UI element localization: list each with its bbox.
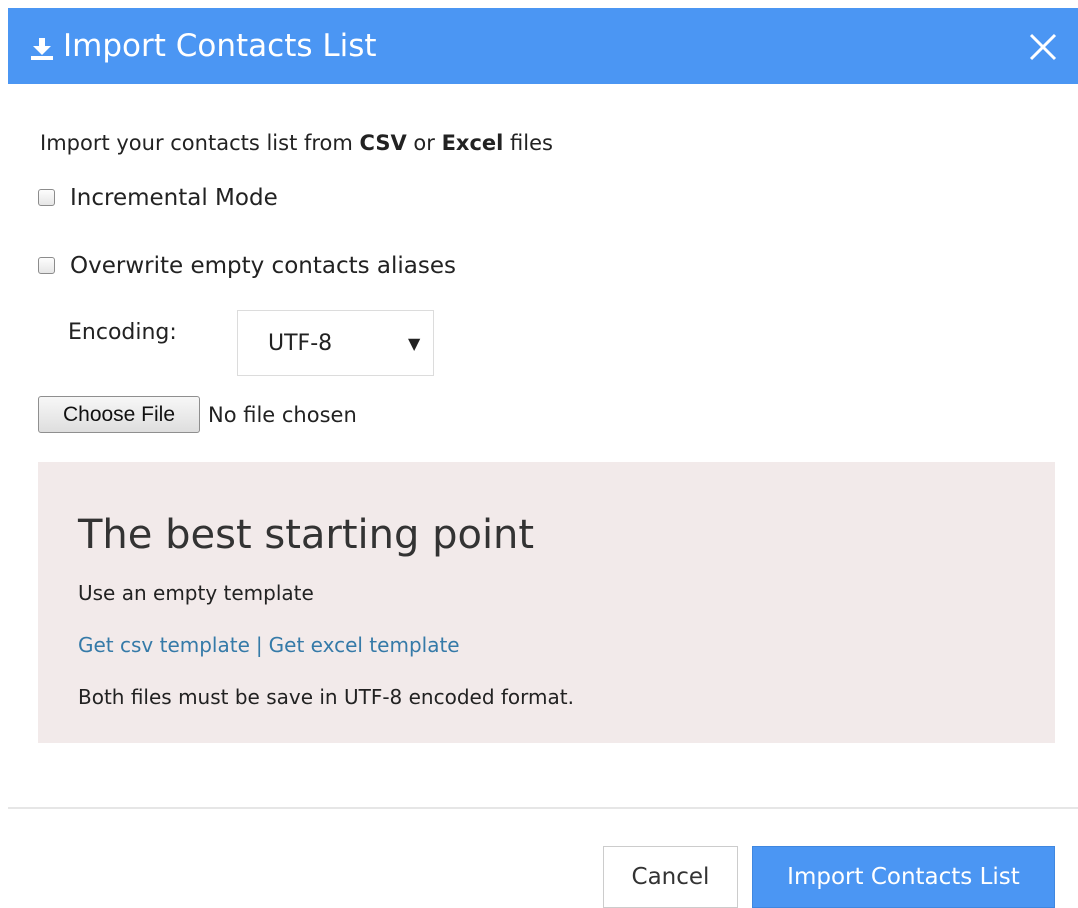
dialog-header: Import Contacts List	[8, 8, 1078, 84]
encoding-selected-value: UTF-8	[268, 331, 333, 356]
close-icon[interactable]	[1024, 28, 1062, 66]
encoding-note: Both files must be save in UTF-8 encoded…	[78, 685, 574, 709]
dialog-title: Import Contacts List	[63, 28, 377, 64]
encoding-label: Encoding:	[68, 320, 177, 345]
template-links: Get csv template | Get excel template	[78, 630, 460, 660]
template-info-panel: The best starting point Use an empty tem…	[38, 462, 1055, 743]
link-separator: |	[255, 633, 263, 657]
import-contacts-button[interactable]: Import Contacts List	[752, 846, 1055, 908]
overwrite-aliases-checkbox[interactable]	[38, 257, 55, 274]
encoding-select[interactable]: UTF-8 ▼	[237, 310, 434, 376]
intro-middle: or	[406, 131, 442, 155]
intro-text: Import your contacts list from CSV or Ex…	[40, 128, 553, 158]
excel-template-link[interactable]: Get excel template	[269, 633, 460, 657]
incremental-mode-checkbox[interactable]	[38, 189, 55, 206]
intro-excel: Excel	[441, 131, 504, 155]
file-status: No file chosen	[208, 403, 357, 427]
intro-suffix: files	[503, 131, 553, 155]
footer-divider	[8, 807, 1078, 809]
info-subtitle: Use an empty template	[78, 581, 314, 605]
intro-prefix: Import your contacts list from	[40, 131, 360, 155]
overwrite-aliases-label[interactable]: Overwrite empty contacts aliases	[70, 251, 456, 281]
incremental-mode-label[interactable]: Incremental Mode	[70, 183, 278, 213]
info-title: The best starting point	[78, 512, 535, 558]
choose-file-button[interactable]: Choose File	[38, 396, 200, 433]
cancel-button[interactable]: Cancel	[603, 846, 738, 908]
dropdown-arrow-icon: ▼	[408, 334, 421, 353]
intro-csv: CSV	[359, 131, 407, 155]
import-contacts-dialog: Import Contacts List Import your contact…	[0, 0, 1078, 908]
csv-template-link[interactable]: Get csv template	[78, 633, 250, 657]
download-icon	[30, 37, 54, 61]
